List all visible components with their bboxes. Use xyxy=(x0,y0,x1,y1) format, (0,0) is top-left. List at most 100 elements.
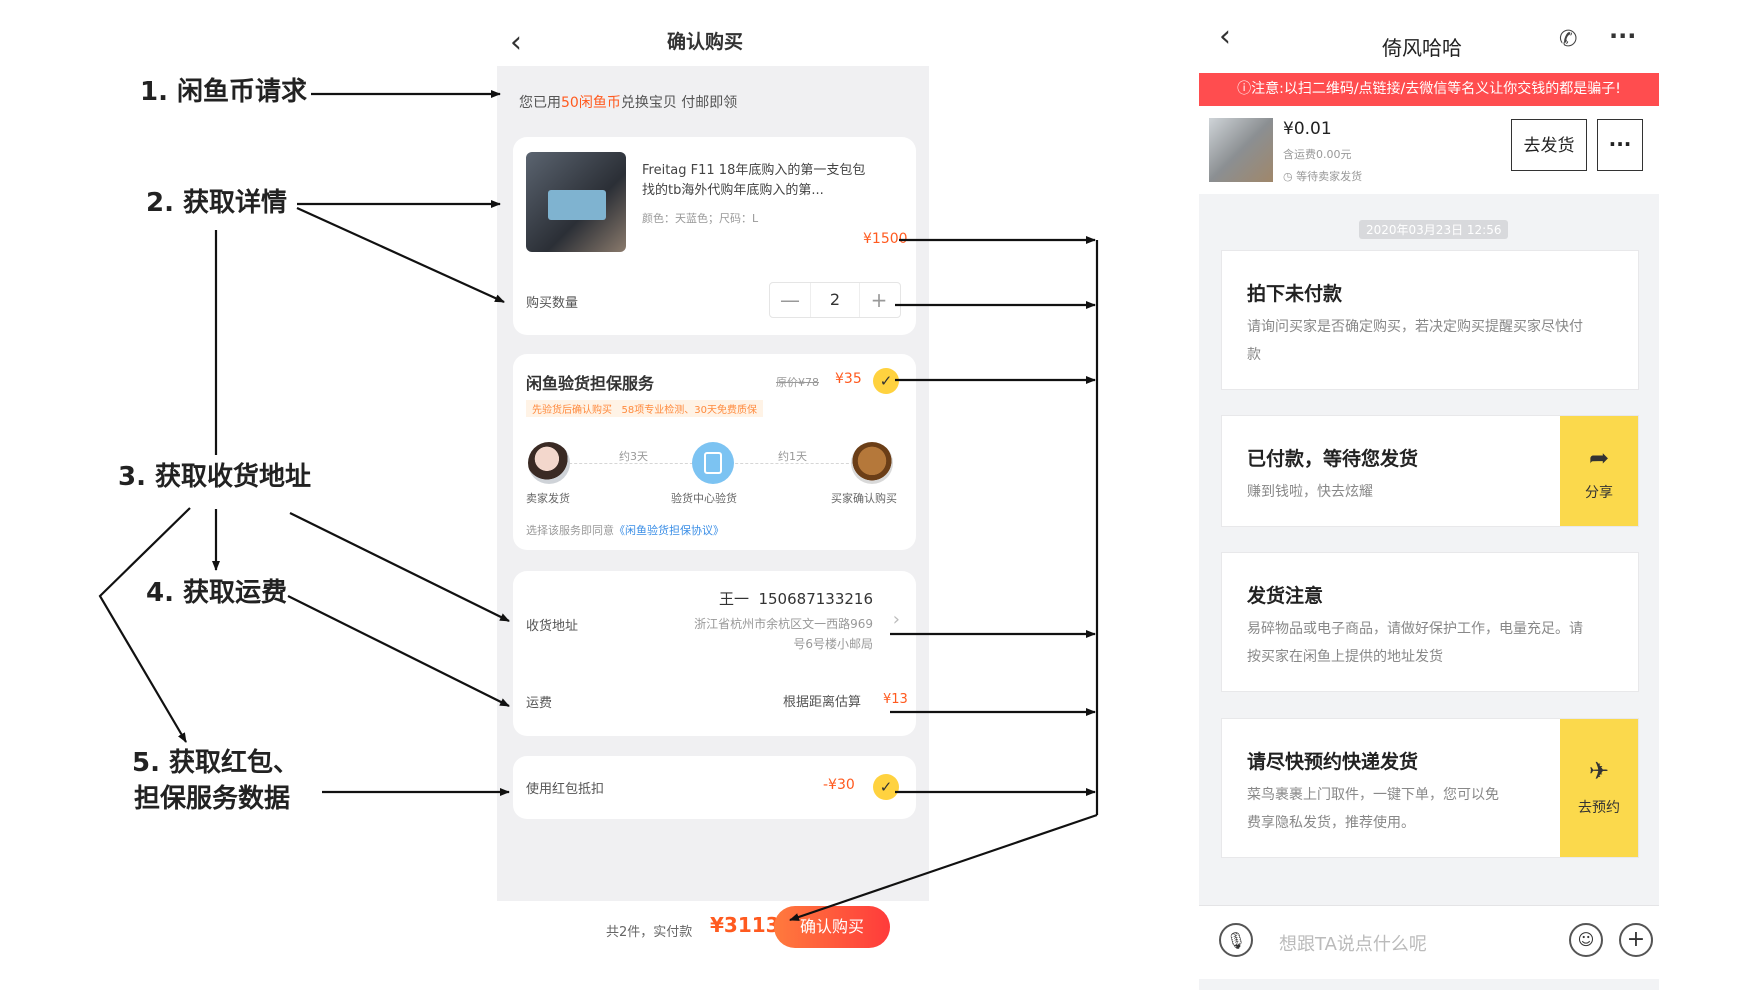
quantity-minus-button[interactable]: — xyxy=(770,283,810,317)
product-image[interactable] xyxy=(526,152,626,252)
redpacket-value: -¥30 xyxy=(823,777,855,793)
shipping-notice-card: 发货注意 易碎物品或电子商品，请做好保护工作，电量充足。请 按买家在闲鱼上提供的… xyxy=(1221,552,1639,692)
redpacket-label: 使用红包抵扣 xyxy=(526,782,605,797)
step-1-label: 1. 闲鱼币请求 xyxy=(140,77,308,107)
arrow-step3-to-step5 xyxy=(98,507,191,743)
ship-button[interactable]: 去发货 xyxy=(1511,119,1587,171)
status-card-paid: 已付款，等待您发货 赚到钱啦，快去炫耀 ➦ 分享 xyxy=(1221,415,1639,527)
product-name-line1: Freitag F11 18年底购入的第一支包包 xyxy=(642,163,866,178)
total-amount: ¥3113 xyxy=(710,913,780,937)
arrow-step3-address xyxy=(289,512,510,622)
clock-icon: ◷ xyxy=(1283,170,1293,183)
fraud-warning-banner: ⓘ注意:以扫二维码/点链接/去微信等名义让你交钱的都是骗子! xyxy=(1199,73,1659,106)
quantity-label: 购买数量 xyxy=(526,296,579,311)
redpacket-checked-icon[interactable]: ✓ xyxy=(873,774,899,800)
inspection-old-price: 原价¥78 xyxy=(776,376,819,389)
card-title: 请尽快预约快递发货 xyxy=(1247,751,1419,773)
arrow-step2-quantity xyxy=(296,206,505,304)
coin-banner: 您已用50闲鱼币兑换宝贝 付邮即领 xyxy=(519,92,737,112)
product-name-line2: 找的tb海外代购年底购入的第... xyxy=(642,183,824,198)
step-inspection: 验货中心验货 xyxy=(671,492,737,505)
step-seller-ship: 卖家发货 xyxy=(526,492,570,505)
card-body-line2: 款 xyxy=(1247,347,1261,363)
paper-plane-icon: ✈ xyxy=(1588,757,1610,785)
chat-timestamp: 2020年03月23日 12:56 xyxy=(1359,220,1509,239)
order-summary-bar: ¥0.01 含运费0.00元 ◷ 等待卖家发货 去发货 ··· xyxy=(1199,106,1659,194)
redpacket-card: 使用红包抵扣 -¥30 ✓ xyxy=(513,756,916,819)
confirm-purchase-screen: 您已用50闲鱼币兑换宝贝 付邮即领 Freitag F11 18年底购入的第一支… xyxy=(497,66,929,901)
product-price: ¥1500 xyxy=(863,231,908,247)
order-price: ¥0.01 xyxy=(1283,119,1332,139)
inspection-tags: 先验货后确认购买 58项专业检测、30天免费质保 xyxy=(526,400,763,417)
phone-call-icon[interactable]: ✆ xyxy=(1559,27,1577,52)
inspection-checked-icon[interactable]: ✓ xyxy=(873,368,899,394)
coin-banner-prefix: 您已用 xyxy=(519,95,561,111)
share-label: 分享 xyxy=(1585,485,1613,501)
agreement-link[interactable]: 《闲鱼验货担保协议》 xyxy=(614,524,724,537)
book-courier-action[interactable]: ✈ 去预约 xyxy=(1560,719,1638,857)
address-label: 收货地址 xyxy=(526,619,579,634)
card-title: 拍下未付款 xyxy=(1247,283,1343,305)
coin-amount: 50闲鱼币 xyxy=(561,95,621,111)
seller-avatar xyxy=(528,442,570,484)
shipping-fee: ¥13 xyxy=(883,692,908,707)
add-attachment-icon[interactable]: + xyxy=(1619,923,1653,957)
order-status: ◷ 等待卖家发货 xyxy=(1283,168,1362,184)
step-2-label: 2. 获取详情 xyxy=(146,188,288,218)
shipping-desc: 根据距离估算 xyxy=(783,695,862,710)
order-product-thumbnail[interactable] xyxy=(1209,118,1273,182)
quantity-stepper: — 2 + xyxy=(769,282,901,318)
step-5-label-line1: 5. 获取红包、 xyxy=(132,748,300,778)
microphone-icon[interactable]: 🎙 xyxy=(1219,923,1253,957)
chat-input-bar: 🎙 想跟TA说点什么呢 ☺ + xyxy=(1199,905,1659,979)
agreement-text: 选择该服务即同意《闲鱼验货担保协议》 xyxy=(526,522,724,538)
inspection-service-card: 闲鱼验货担保服务 原价¥78 ¥35 ✓ 先验货后确认购买 58项专业检测、30… xyxy=(513,354,916,550)
message-input[interactable]: 想跟TA说点什么呢 xyxy=(1279,930,1427,956)
order-more-button[interactable]: ··· xyxy=(1597,119,1643,171)
arrow-step4-shipping xyxy=(287,595,510,707)
status-card-unpaid: 拍下未付款 请询问买家是否确定购买，若决定购买提醒买家尽快付 款 xyxy=(1221,250,1639,390)
product-card: Freitag F11 18年底购入的第一支包包 找的tb海外代购年底购入的第.… xyxy=(513,137,916,335)
card-title: 已付款，等待您发货 xyxy=(1247,448,1419,470)
confirm-purchase-button[interactable]: 确认购买 xyxy=(774,906,890,948)
coin-banner-suffix: 兑换宝贝 付邮即领 xyxy=(620,95,738,111)
address-line1: 浙江省杭州市余杭区文一西路969 xyxy=(694,617,873,631)
quantity-value[interactable]: 2 xyxy=(810,283,860,317)
recipient-name-phone: 王一 150687133216 xyxy=(718,590,873,608)
share-action[interactable]: ➦ 分享 xyxy=(1560,416,1638,526)
card-body-line1: 易碎物品或电子商品，请做好保护工作，电量充足。请 xyxy=(1247,621,1583,637)
order-shipping-fee: 含运费0.00元 xyxy=(1283,148,1352,161)
back-chevron-icon[interactable]: ‹ xyxy=(510,28,522,58)
inspection-price: ¥35 xyxy=(835,371,862,387)
total-count-label: 共2件，实付款 xyxy=(606,925,693,940)
seller-chat-screen: ‹ 倚风哈哈 ✆ ··· ⓘ注意:以扫二维码/点链接/去微信等名义让你交钱的都是… xyxy=(1199,0,1659,990)
inspection-title: 闲鱼验货担保服务 xyxy=(526,374,655,393)
days-estimate-1: 约3天 xyxy=(619,450,648,463)
share-icon: ➦ xyxy=(1588,444,1610,472)
days-estimate-2: 约1天 xyxy=(778,450,807,463)
shipping-label: 运费 xyxy=(526,696,553,711)
inspection-center-icon xyxy=(692,442,734,484)
book-courier-label: 去预约 xyxy=(1578,800,1620,816)
card-body-line2: 按买家在闲鱼上提供的地址发货 xyxy=(1247,649,1443,665)
page-title: 确认购买 xyxy=(667,31,744,53)
quantity-plus-button[interactable]: + xyxy=(858,283,900,317)
address-line2: 号6号楼小邮局 xyxy=(793,637,873,651)
card-body-line1: 请询问买家是否确定购买，若决定购买提醒买家尽快付 xyxy=(1247,319,1583,335)
chat-header: ‹ 倚风哈哈 ✆ ··· xyxy=(1199,0,1659,73)
buyer-avatar xyxy=(851,442,893,484)
book-courier-card: 请尽快预约快递发货 菜鸟裹裹上门取件，一键下单，您可以免 费享隐私发货，推荐使用… xyxy=(1221,718,1639,858)
step-4-label: 4. 获取运费 xyxy=(146,578,288,608)
chat-title: 倚风哈哈 xyxy=(1382,36,1462,60)
agreement-prefix: 选择该服务即同意 xyxy=(526,524,614,537)
card-body-line2: 费享隐私发货，推荐使用。 xyxy=(1247,815,1415,831)
product-spec: 颜色：天蓝色；尺码：L xyxy=(642,212,759,225)
more-options-icon[interactable]: ··· xyxy=(1609,22,1636,50)
emoji-icon[interactable]: ☺ xyxy=(1569,923,1603,957)
card-body-line1: 菜鸟裹裹上门取件，一键下单，您可以免 xyxy=(1247,787,1499,803)
address-shipping-card: 收货地址 王一 150687133216 浙江省杭州市余杭区文一西路969 号6… xyxy=(513,571,916,736)
back-chevron-icon[interactable]: ‹ xyxy=(1219,22,1231,52)
step-buyer-confirm: 买家确认购买 xyxy=(831,492,897,505)
address-chevron-icon[interactable]: › xyxy=(893,609,900,630)
order-status-text: 等待卖家发货 xyxy=(1296,170,1363,183)
